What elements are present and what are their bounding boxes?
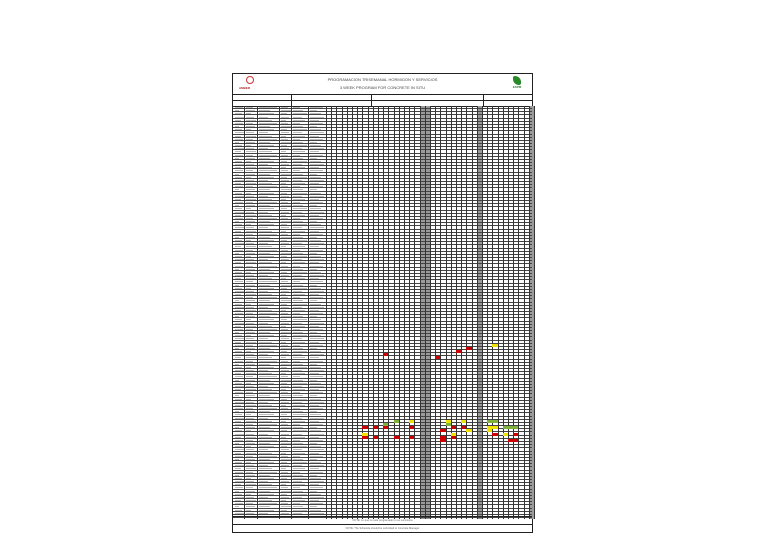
program-sheet: AMBER PROGRAMACION TRISEMANAL HORMIGON Y…	[232, 73, 535, 533]
schedule-cell-red	[362, 426, 368, 430]
schedule-cell-red	[393, 435, 399, 439]
schedule-cell-yellow	[502, 432, 508, 436]
schedule-cell-red	[513, 432, 519, 436]
schedule-cell-yellow	[466, 429, 472, 433]
schedule-cell-yellow	[492, 343, 498, 347]
schedule-cell-red	[409, 426, 415, 430]
notes: NOTE: Lo que no esta programado no se su…	[233, 516, 532, 533]
schedule-cell-red	[513, 438, 519, 442]
schedule-cell-red	[456, 350, 462, 354]
sheet-header: AMBER PROGRAMACION TRISEMANAL HORMIGON Y…	[233, 74, 532, 95]
client-logo: ESPM	[510, 76, 524, 92]
schedule-cell-red	[435, 356, 441, 360]
schedule-cell-green	[492, 419, 498, 423]
schedule-cell-red	[440, 429, 446, 433]
company-logo: AMBER	[239, 76, 263, 92]
schedule-cell-red	[362, 435, 368, 439]
schedule-cell-red	[440, 438, 446, 442]
sheet-title: PROGRAMACION TRISEMANAL HORMIGON Y SERVI…	[327, 77, 438, 82]
schedule-cell-red	[450, 435, 456, 439]
schedule-cell-red	[492, 432, 498, 436]
schedule-cell-yellow	[492, 426, 498, 430]
schedule-cell-red	[372, 435, 378, 439]
schedule-cell-green	[513, 426, 519, 430]
schedule-grid	[233, 106, 535, 519]
schedule-cell-red	[383, 353, 389, 357]
schedule-cell-red	[372, 426, 378, 430]
schedule-cell-green	[393, 419, 399, 423]
note-2: NOTE: The Schedule should be submitted t…	[233, 525, 532, 533]
schedule-cell-red	[466, 346, 472, 350]
note-1: NOTE: Lo que no esta programado no se su…	[233, 517, 532, 525]
schedule-cell-yellow	[409, 419, 415, 423]
sheet-subtitle: 3 WEEK PROGRAM FOR CONCRETE IN SITU	[339, 85, 426, 90]
schedule-cell-red	[409, 435, 415, 439]
schedule-cell-red	[450, 426, 456, 430]
schedule-cell-yellow	[461, 419, 467, 423]
schedule-cell-red	[383, 426, 389, 430]
